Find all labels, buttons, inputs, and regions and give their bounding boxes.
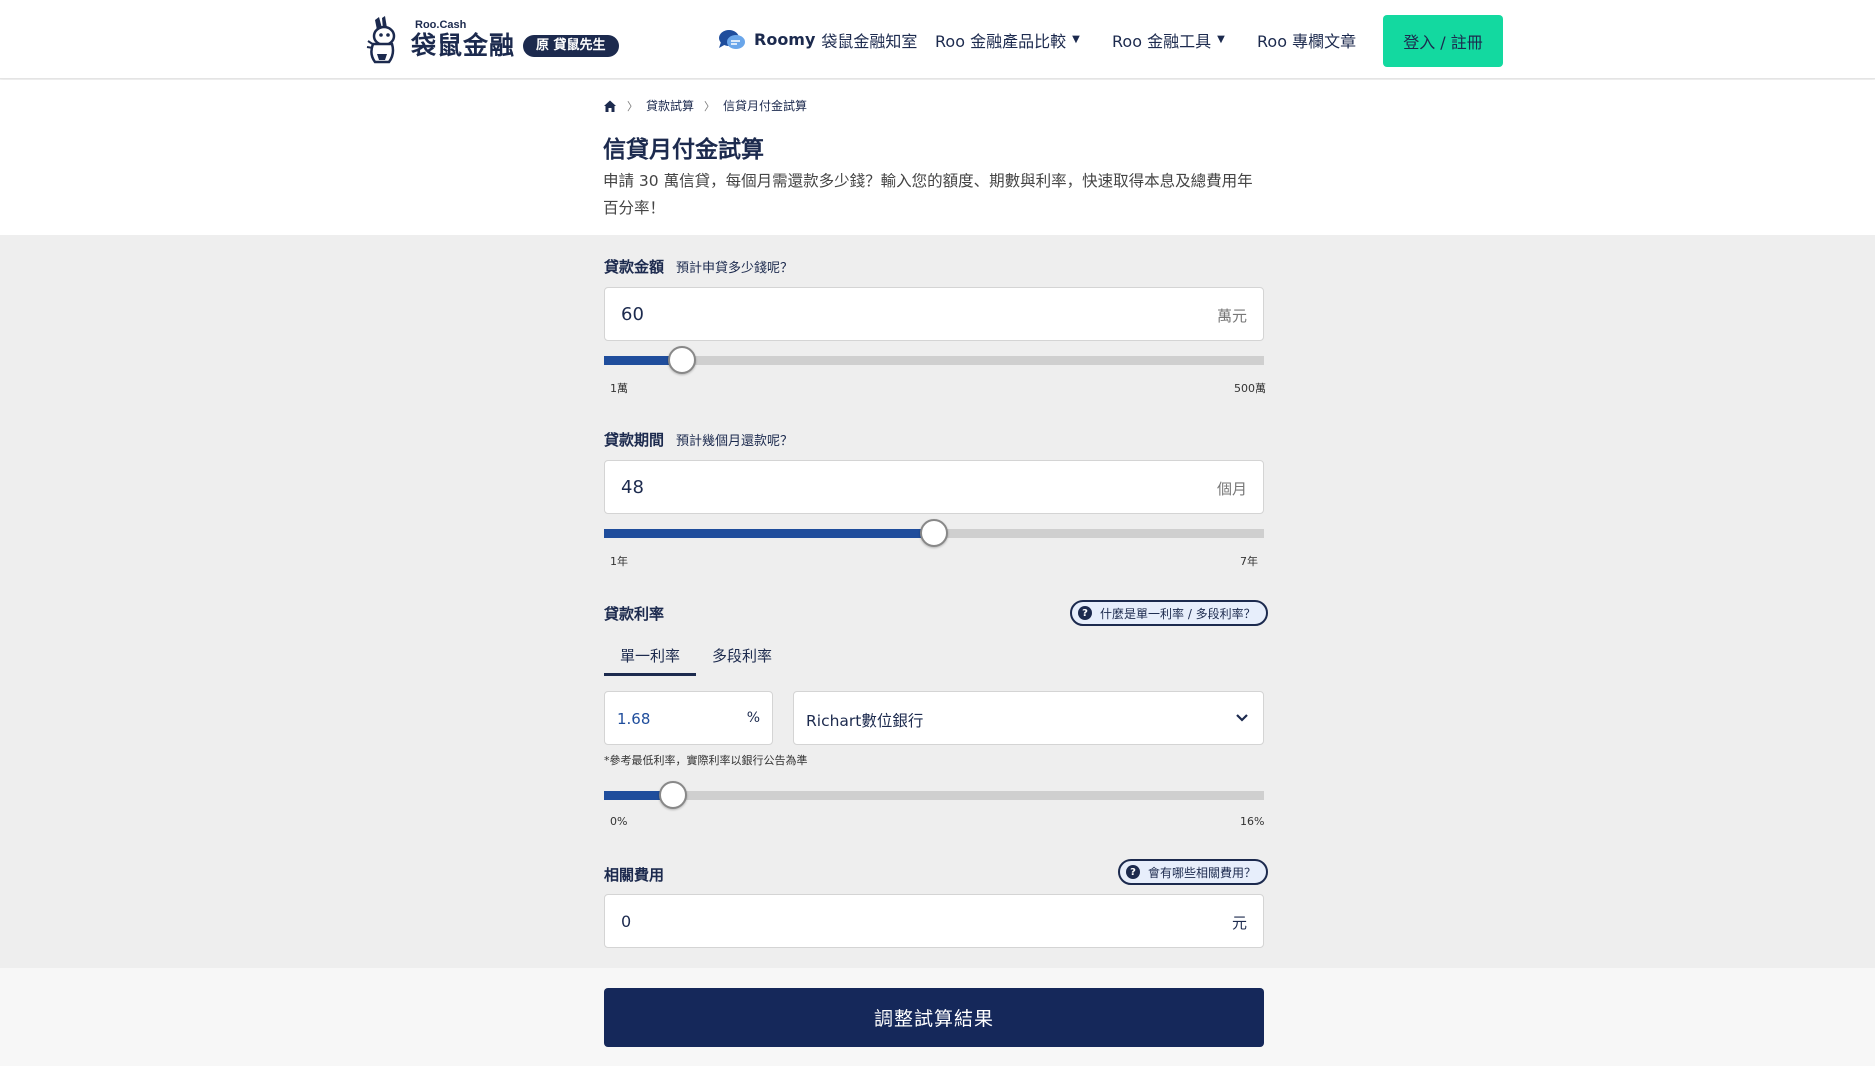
nav-product-compare[interactable]: Roo 金融產品比較 ▼ <box>935 0 1080 79</box>
kangaroo-logo-icon <box>366 16 396 64</box>
nav-roomy-label: 袋鼠金融知室 <box>821 31 918 51</box>
term-slider-handle[interactable] <box>920 519 948 547</box>
question-icon: ? <box>1126 865 1140 879</box>
amount-value: 60 <box>621 304 644 325</box>
breadcrumb-separator-icon: 〉 <box>627 99 638 113</box>
fees-value: 0 <box>621 912 632 931</box>
rate-note: *參考最低利率，實際利率以銀行公告為準 <box>604 754 808 767</box>
amount-input[interactable]: 60 萬元 <box>604 287 1264 341</box>
breadcrumb-current: 信貸月付金試算 <box>723 99 808 113</box>
bank-select[interactable]: Richart數位銀行 <box>793 691 1264 745</box>
breadcrumb-loan-calc[interactable]: 貸款試算 <box>646 97 694 114</box>
rate-tabs: 單一利率 多段利率 <box>604 640 788 676</box>
logo-english: Roo.Cash <box>415 19 467 31</box>
amount-label: 貸款金額 預計申貸多少錢呢？ <box>604 258 794 276</box>
nav-finance-tools-label: Roo 金融工具 <box>1112 31 1212 51</box>
page-description: 申請 30 萬信貸，每個月需還款多少錢？輸入您的額度、期數與利率，快速取得本息及… <box>603 172 1253 217</box>
fees-help-label: 會有哪些相關費用？ <box>1148 865 1257 880</box>
question-icon: ? <box>1078 606 1092 620</box>
site-logo[interactable]: Roo.Cash 袋鼠金融 原 貸鼠先生 <box>365 13 619 67</box>
tab-single-rate[interactable]: 單一利率 <box>604 640 697 676</box>
home-icon[interactable] <box>603 99 617 113</box>
rate-max-label: 16% <box>1240 815 1265 828</box>
term-value: 48 <box>621 477 644 498</box>
rate-input[interactable]: 1.68 % <box>604 691 773 745</box>
amount-hint: 預計申貸多少錢呢？ <box>676 261 794 276</box>
fees-input[interactable]: 0 元 <box>604 894 1264 948</box>
page-title: 信貸月付金試算 <box>603 137 764 163</box>
fees-unit: 元 <box>1231 914 1247 932</box>
amount-slider[interactable] <box>604 346 1264 374</box>
login-register-button[interactable]: 登入 / 註冊 <box>1383 15 1503 67</box>
nav-product-compare-label: Roo 金融產品比較 <box>935 31 1067 51</box>
bank-selected-value: Richart數位銀行 <box>806 712 924 730</box>
tab-multi-rate[interactable]: 多段利率 <box>696 640 788 676</box>
breadcrumb-separator-icon: 〉 <box>704 99 716 113</box>
chevron-down-icon <box>1236 714 1248 722</box>
rate-help-label: 什麼是單一利率 / 多段利率？ <box>1100 606 1256 621</box>
rate-value: 1.68 <box>617 710 651 728</box>
term-input[interactable]: 48 個月 <box>604 460 1264 514</box>
term-max-label: 7年 <box>1240 555 1258 568</box>
rate-label: 貸款利率 <box>604 605 665 623</box>
nav-roomy-brand: Roomy <box>754 30 816 49</box>
nav-finance-tools[interactable]: Roo 金融工具 ▼ <box>1112 0 1225 79</box>
recalculate-button[interactable]: 調整試算結果 <box>604 988 1264 1047</box>
nav-roomy[interactable]: Roomy 袋鼠金融知室 <box>718 0 917 79</box>
logo-badge: 原 貸鼠先生 <box>523 35 619 57</box>
fees-help-button[interactable]: ? 會有哪些相關費用？ <box>1118 859 1269 885</box>
logo-chinese: 袋鼠金融 <box>411 31 516 60</box>
term-unit: 個月 <box>1216 480 1247 498</box>
term-slider-fill <box>604 529 934 538</box>
site-header: Roo.Cash 袋鼠金融 原 貸鼠先生 Roomy 袋鼠金融知室 Roo 金融… <box>0 0 1875 79</box>
fees-label: 相關費用 <box>604 866 665 884</box>
rate-slider[interactable] <box>604 781 1264 809</box>
amount-slider-handle[interactable] <box>667 346 696 374</box>
caret-down-icon: ▼ <box>1217 34 1225 45</box>
term-label: 貸款期間 預計幾個月還款呢？ <box>604 431 794 449</box>
amount-unit: 萬元 <box>1216 307 1247 325</box>
rate-min-label: 0% <box>610 815 628 828</box>
amount-max-label: 500萬 <box>1234 382 1266 395</box>
breadcrumb: 〉 貸款試算 〉 信貸月付金試算 <box>603 97 807 114</box>
calculator-form <box>0 235 1875 968</box>
nav-articles[interactable]: Roo 專欄文章 <box>1257 0 1356 79</box>
caret-down-icon: ▼ <box>1072 34 1080 45</box>
nav-articles-label: Roo 專欄文章 <box>1257 31 1357 51</box>
term-slider[interactable] <box>604 519 1264 547</box>
term-hint: 預計幾個月還款呢？ <box>676 434 794 449</box>
rate-unit: % <box>746 710 760 726</box>
chat-bubble-icon <box>719 29 745 49</box>
rate-help-button[interactable]: ? 什麼是單一利率 / 多段利率？ <box>1070 600 1268 626</box>
amount-min-label: 1萬 <box>610 382 628 395</box>
term-min-label: 1年 <box>610 555 628 568</box>
